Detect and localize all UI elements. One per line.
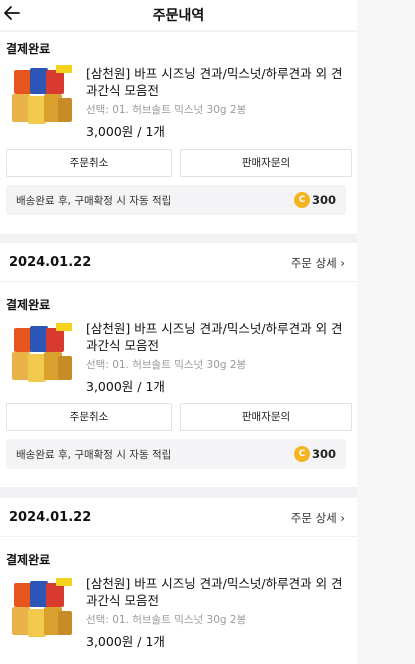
- order-status: 결제완료: [6, 553, 51, 567]
- product-thumbnail[interactable]: [8, 320, 76, 388]
- right-blank-pane: [357, 0, 415, 664]
- point-info-text: 배송완료 후, 구매확정 시 자동 적립: [16, 449, 172, 461]
- product-option: 선택: 01. 허브솔트 믹스넛 30g 2봉: [86, 104, 247, 116]
- cancel-order-button[interactable]: 주문취소: [6, 149, 172, 177]
- page-title: 주문내역: [152, 8, 205, 24]
- order-card: 결제완료 [삼천원] 바프 시즈닝 견과/믹스넛/하루견과 외 견과간식 모음전…: [0, 32, 357, 234]
- point-info: 배송완료 후, 구매확정 시 자동 적립 C 300: [6, 185, 346, 215]
- order-date-bar: 2024.01.22 주문 상세 ›: [0, 243, 357, 281]
- chevron-right-icon: ›: [340, 511, 345, 525]
- product-thumbnail[interactable]: [8, 62, 76, 130]
- coin-icon: C: [294, 192, 310, 208]
- seller-inquiry-button[interactable]: 판매자문의: [180, 403, 352, 431]
- order-card: 결제완료 [삼천원] 바프 시즈닝 견과/믹스넛/하루견과 외 견과간식 모음전…: [0, 537, 357, 664]
- product-price: 3,000원 / 1개: [86, 634, 165, 649]
- order-date: 2024.01.22: [9, 255, 92, 270]
- order-detail-label: 주문 상세: [290, 256, 337, 270]
- seller-inquiry-button[interactable]: 판매자문의: [180, 149, 352, 177]
- point-info-text: 배송완료 후, 구매확정 시 자동 적립: [16, 195, 172, 207]
- point-value: 300: [311, 447, 336, 461]
- product-price: 3,000원 / 1개: [86, 124, 165, 139]
- chevron-right-icon: ›: [340, 256, 345, 270]
- point-value: 300: [311, 193, 336, 207]
- order-date: 2024.01.22: [9, 510, 92, 525]
- app-header: 주문내역: [0, 0, 357, 30]
- product-price: 3,000원 / 1개: [86, 379, 165, 394]
- product-option: 선택: 01. 허브솔트 믹스넛 30g 2봉: [86, 359, 247, 371]
- order-detail-link[interactable]: 주문 상세 ›: [291, 510, 345, 526]
- point-info: 배송완료 후, 구매확정 시 자동 적립 C 300: [6, 439, 346, 469]
- product-thumbnail[interactable]: [8, 575, 76, 643]
- coin-icon: C: [294, 446, 310, 462]
- product-name[interactable]: [삼천원] 바프 시즈닝 견과/믹스넛/하루견과 외 견과간식 모음전: [86, 65, 352, 99]
- order-status: 결제완료: [6, 298, 51, 312]
- product-name[interactable]: [삼천원] 바프 시즈닝 견과/믹스넛/하루견과 외 견과간식 모음전: [86, 320, 352, 354]
- order-status: 결제완료: [6, 42, 51, 56]
- order-detail-link[interactable]: 주문 상세 ›: [291, 255, 345, 271]
- order-detail-label: 주문 상세: [290, 511, 337, 525]
- order-date-bar: 2024.01.22 주문 상세 ›: [0, 498, 357, 536]
- order-history-page: 주문내역 결제완료 [삼천원] 바프 시즈닝 견과/믹스넛/하루견과 외 견과간…: [0, 0, 357, 664]
- cancel-order-button[interactable]: 주문취소: [6, 403, 172, 431]
- product-name[interactable]: [삼천원] 바프 시즈닝 견과/믹스넛/하루견과 외 견과간식 모음전: [86, 575, 352, 609]
- order-card: 결제완료 [삼천원] 바프 시즈닝 견과/믹스넛/하루견과 외 견과간식 모음전…: [0, 282, 357, 487]
- product-option: 선택: 01. 허브솔트 믹스넛 30g 2봉: [86, 614, 247, 626]
